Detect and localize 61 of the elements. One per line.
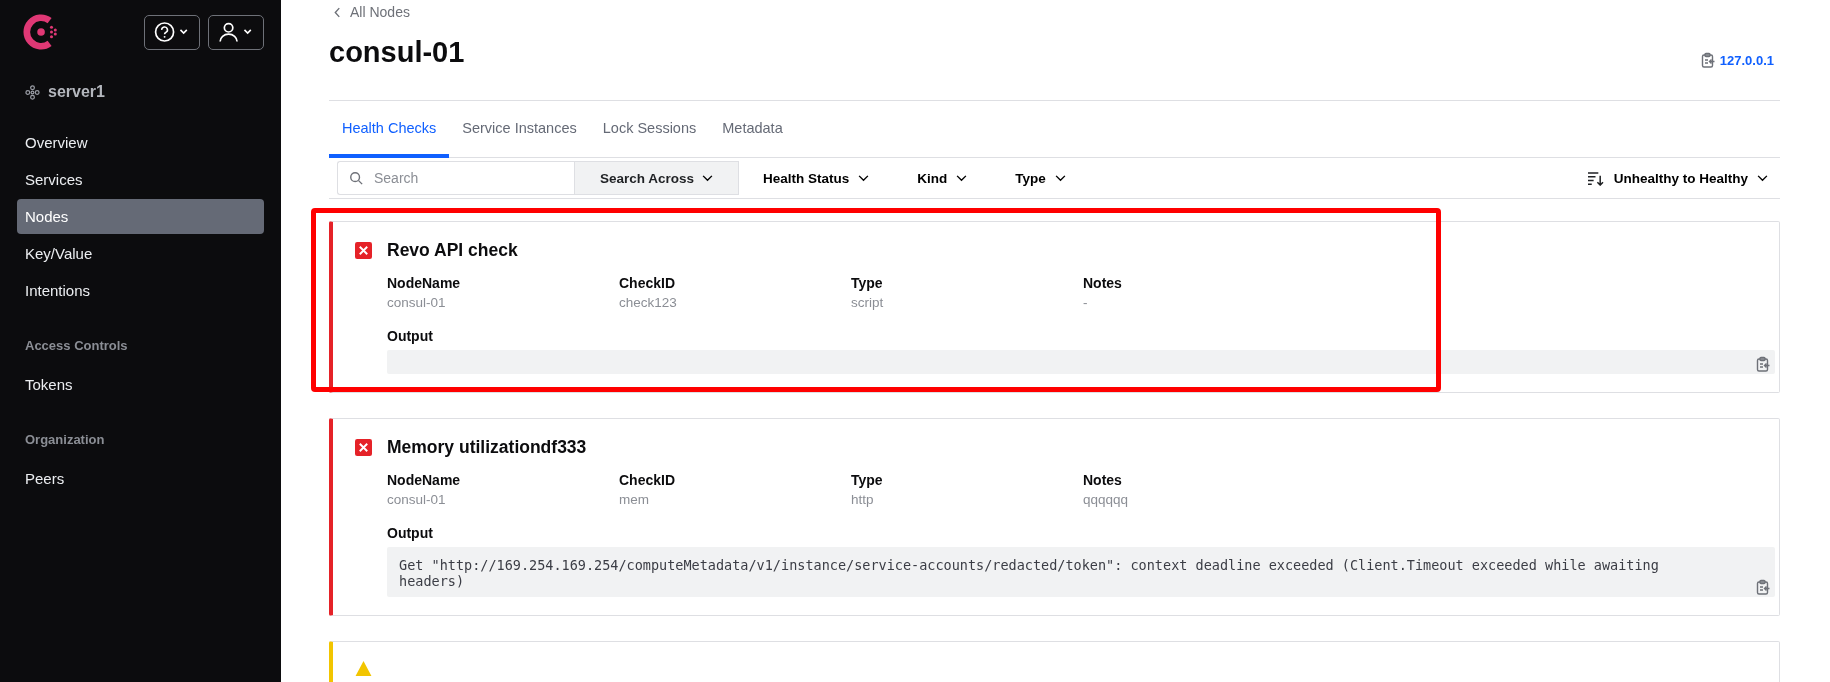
search-field[interactable]: Search xyxy=(337,161,574,195)
user-menu-button[interactable] xyxy=(208,14,264,50)
caret-icon xyxy=(858,174,870,182)
critical-status-icon xyxy=(355,242,372,259)
sort-icon xyxy=(1586,170,1604,186)
user-icon xyxy=(218,21,254,43)
field-label: NodeName xyxy=(387,275,462,291)
field-label: NodeName xyxy=(387,472,462,488)
search-across-dropdown[interactable]: Search Across xyxy=(574,161,740,195)
field-label: CheckID xyxy=(619,275,677,291)
copy-icon[interactable] xyxy=(1755,579,1771,595)
page-title: consul-01 xyxy=(329,35,465,69)
copy-icon[interactable] xyxy=(1755,356,1771,372)
nav-item[interactable]: Nodes xyxy=(17,199,264,234)
critical-status-icon xyxy=(355,439,372,456)
nav-item[interactable]: Tokens xyxy=(17,367,264,402)
field-label: Type xyxy=(851,275,884,291)
filter-dropdown[interactable]: Type xyxy=(991,170,1090,186)
field-value: consul-01 xyxy=(387,295,447,310)
check-name: Memory utilizationdf333 xyxy=(387,437,587,458)
output-label: Output xyxy=(387,328,434,344)
caret-icon xyxy=(956,174,968,182)
copy-icon[interactable] xyxy=(1699,52,1716,68)
help-icon xyxy=(154,21,190,43)
field-value: qqqqqq xyxy=(1083,492,1130,507)
address-link[interactable]: 127.0.0.1 xyxy=(1719,52,1774,68)
nav-item[interactable]: Services xyxy=(17,162,264,197)
field-value: http xyxy=(851,492,875,507)
help-menu-button[interactable] xyxy=(144,14,200,50)
field-value: check123 xyxy=(619,295,678,310)
field-value: - xyxy=(1083,295,1089,310)
datacenter-name[interactable]: server1 xyxy=(48,83,105,101)
nav-item[interactable]: Intentions xyxy=(17,273,264,308)
caret-icon xyxy=(702,174,714,182)
output-label: Output xyxy=(387,525,434,541)
output-text: Get "http://169.254.169.254/computeMetadata/v1/instance/service-accounts/redacted/token": context deadline exceeded (Client.Timeout exceeded while awaiting headers) xyxy=(399,557,1660,589)
field-label: CheckID xyxy=(619,472,677,488)
tab[interactable]: Metadata xyxy=(709,101,796,158)
cluster-icon xyxy=(25,84,40,100)
nav-item[interactable]: Key/Value xyxy=(17,236,264,271)
caret-icon xyxy=(1757,174,1768,182)
filter-dropdown[interactable]: Health Status xyxy=(739,170,894,186)
caret-icon xyxy=(1054,174,1066,182)
section-heading: Access Controls xyxy=(24,338,129,353)
nav-item[interactable]: Overview xyxy=(17,125,264,160)
field-label: Notes xyxy=(1083,472,1123,488)
field-label: Notes xyxy=(1083,275,1123,291)
section-heading: Organization xyxy=(24,432,106,447)
field-label: Type xyxy=(851,472,884,488)
back-link[interactable]: All Nodes xyxy=(334,4,1780,20)
chevron-left-icon xyxy=(334,6,341,18)
tab[interactable]: Service Instances xyxy=(449,101,590,158)
field-value: consul-01 xyxy=(387,492,447,507)
field-value: script xyxy=(851,295,885,310)
nav-item[interactable]: Peers xyxy=(17,461,264,496)
filter-dropdown[interactable]: Kind xyxy=(893,170,992,186)
tab[interactable]: Lock Sessions xyxy=(589,101,710,158)
check-name: Revo API check xyxy=(387,240,518,261)
warning-status-icon xyxy=(355,660,372,677)
sort-dropdown[interactable]: Unhealthy to Healthy xyxy=(1603,170,1780,186)
field-value: mem xyxy=(619,492,650,507)
